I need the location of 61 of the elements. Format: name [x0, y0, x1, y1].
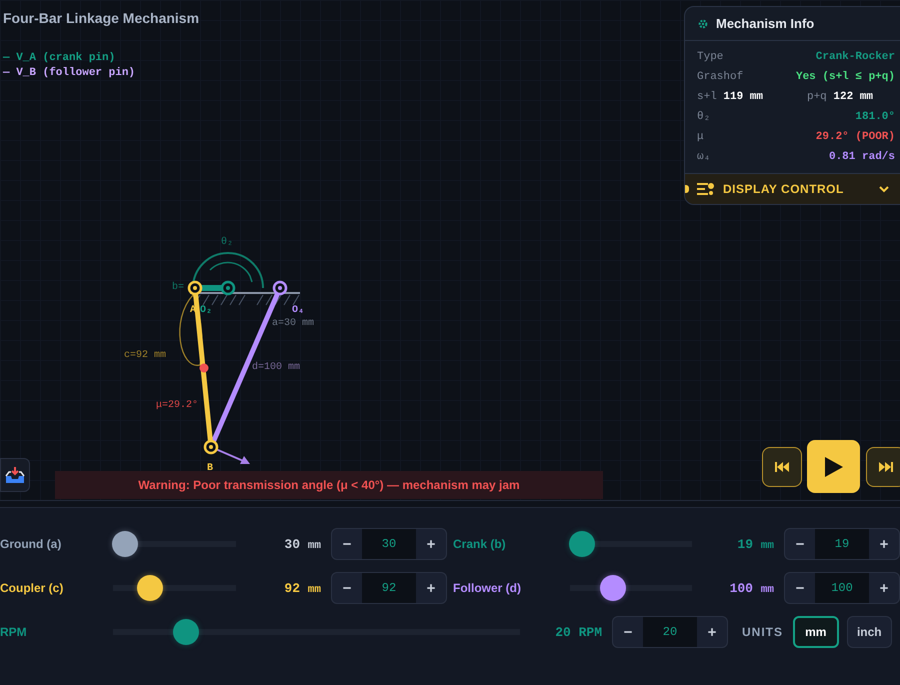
- length-label: b=: [172, 282, 184, 293]
- pin-joint: [188, 280, 202, 296]
- pin-joint: [204, 440, 218, 454]
- download-button[interactable]: [0, 458, 30, 492]
- play-icon: [824, 456, 842, 476]
- play-button[interactable]: [807, 440, 860, 493]
- angle-label: θ₂: [221, 237, 234, 248]
- info-value: Crank-Rocker: [816, 51, 895, 63]
- pivot-joint: [272, 280, 288, 296]
- coupler-point: [200, 364, 208, 372]
- slider-thumb[interactable]: [600, 575, 626, 601]
- slider-reading: 20 RPM: [554, 624, 602, 640]
- slider-reading: 19 mm: [736, 536, 774, 552]
- pivot-joint: [220, 280, 236, 296]
- pivot-label: O₂: [200, 305, 212, 316]
- display-control-toggle[interactable]: DISPLAY CONTROL: [685, 173, 900, 204]
- slider-thumb[interactable]: [173, 619, 200, 645]
- unit-toggle[interactable]: inch: [846, 616, 892, 648]
- slider-thumb[interactable]: [136, 575, 163, 601]
- slider-reading: 92 mm: [283, 580, 321, 596]
- angle-label: μ=29.2°: [156, 400, 198, 411]
- inbox-icon: [5, 466, 25, 484]
- info-value: 0.81 rad/s: [828, 151, 895, 163]
- slider-label: Crank (b): [453, 537, 507, 551]
- slider-label: Coupler (c): [0, 581, 64, 595]
- slider-label: Ground (a): [0, 537, 62, 551]
- info-value: s+l 119 mm: [697, 91, 764, 103]
- angle-arc: [192, 252, 264, 288]
- units-label: UNITS: [742, 625, 783, 639]
- info-label: Type: [697, 51, 724, 63]
- info-value: Yes (s+l ≤ p+q): [796, 71, 895, 83]
- panel-title: Mechanism Info: [716, 16, 814, 31]
- slider-reading: 30 mm: [283, 536, 321, 552]
- skip-forward-icon: [879, 462, 893, 472]
- legend-item: — V_A (crank pin): [3, 52, 116, 64]
- next-button[interactable]: [866, 447, 900, 487]
- slider-reading: 100 mm: [728, 580, 774, 596]
- unit-toggle[interactable]: mm: [793, 616, 839, 648]
- info-label: θ₂: [697, 111, 710, 123]
- info-label: μ: [697, 131, 704, 143]
- gear-icon: [698, 18, 708, 28]
- pivot-label: O₄: [292, 305, 304, 316]
- warning-banner: Warning: Poor transmission angle (μ < 40°) — mechanism may jam: [55, 471, 603, 499]
- point-label: B: [207, 463, 214, 474]
- info-value: p+q 122 mm: [806, 91, 873, 103]
- info-label: Grashof: [697, 71, 744, 83]
- slider-thumb[interactable]: [112, 531, 138, 557]
- length-label: d=100 mm: [252, 362, 300, 373]
- info-label: ω₄: [697, 151, 710, 163]
- previous-button[interactable]: [762, 447, 802, 487]
- length-label: c=92 mm: [124, 350, 166, 361]
- page-title: Four-Bar Linkage Mechanism: [3, 10, 200, 26]
- slider-label: Follower (d): [453, 581, 522, 595]
- info-value: 29.2° (POOR): [816, 131, 895, 143]
- skip-back-icon: [775, 462, 789, 472]
- slider-thumb[interactable]: [569, 531, 596, 557]
- sliders-icon: [697, 183, 715, 195]
- legend-item: — V_B (follower pin): [3, 67, 136, 79]
- slider-label: RPM: [0, 625, 28, 639]
- info-value: 181.0°: [855, 111, 895, 123]
- length-label: a=30 mm: [272, 318, 314, 329]
